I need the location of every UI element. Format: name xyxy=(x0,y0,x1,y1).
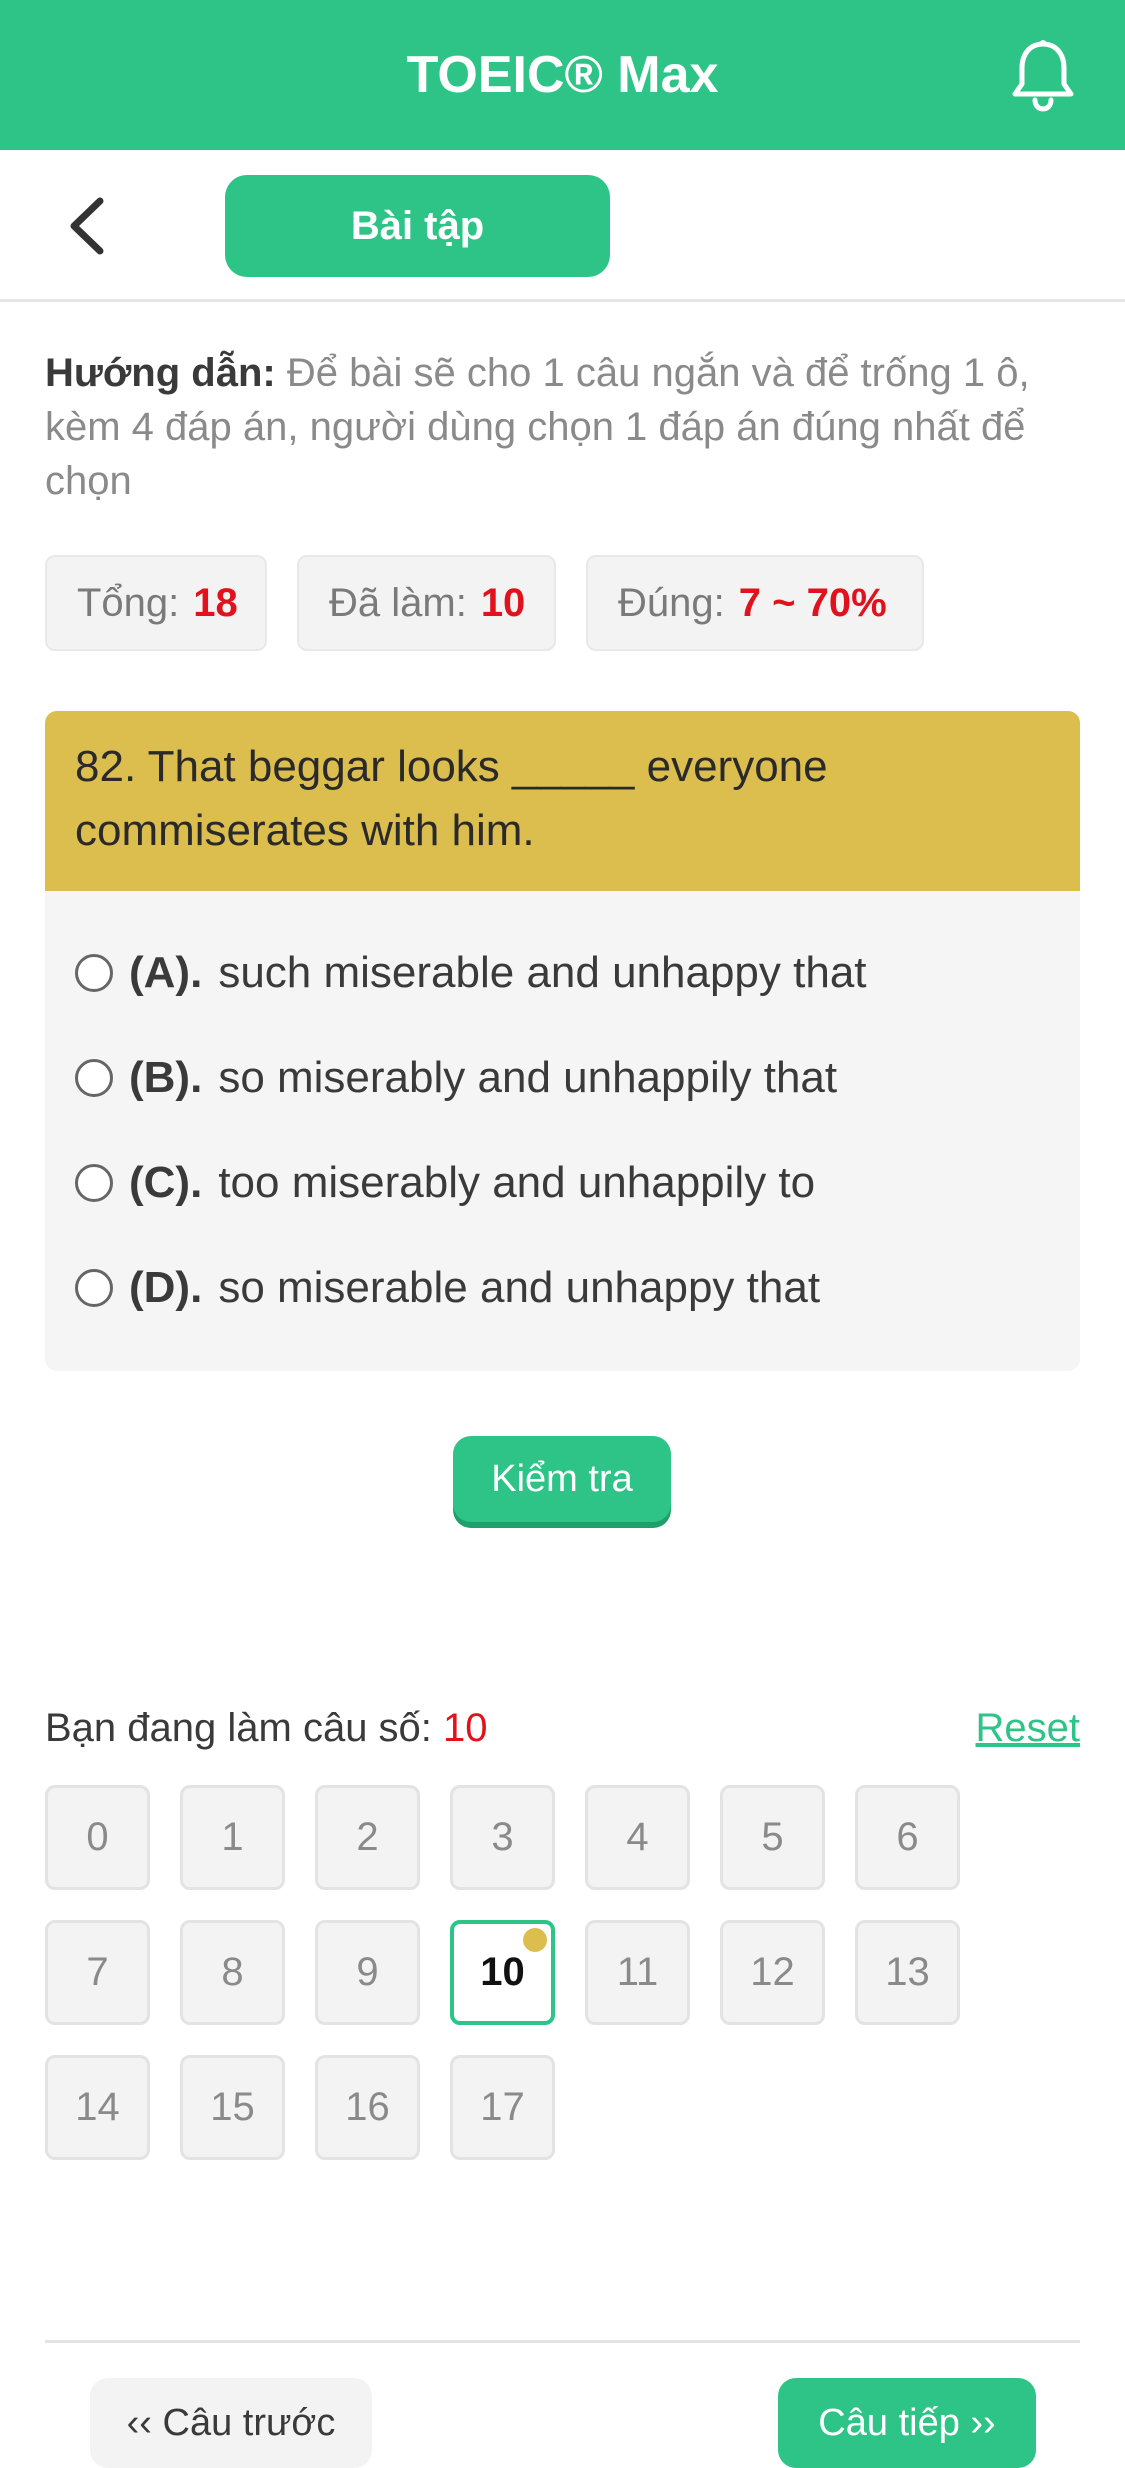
question-number-cell[interactable]: 2 xyxy=(315,1785,420,1890)
option-label: (B). xyxy=(129,1053,203,1102)
option-d[interactable]: (D). so miserable and unhappy that xyxy=(75,1258,820,1318)
radio-button[interactable] xyxy=(75,1269,113,1307)
question-number-cell[interactable]: 13 xyxy=(855,1920,960,2025)
option-text: such miserable and unhappy that xyxy=(218,948,867,997)
stat-done-label: Đã làm: xyxy=(329,581,467,625)
instructions: Hướng dẫn: Để bài sẽ cho 1 câu ngắn và đ… xyxy=(45,346,1085,508)
question-number-cell[interactable]: 7 xyxy=(45,1920,150,2025)
question-number-cell[interactable]: 14 xyxy=(45,2055,150,2160)
reset-link[interactable]: Reset xyxy=(976,1700,1081,1756)
tab-exercise[interactable]: Bài tập xyxy=(225,175,610,277)
question-number-cell[interactable]: 5 xyxy=(720,1785,825,1890)
current-question-label: Bạn đang làm câu số: 10 xyxy=(45,1700,488,1756)
stat-total: Tổng: 18 xyxy=(45,555,267,651)
current-question-number: 10 xyxy=(443,1706,488,1750)
question-number-cell[interactable]: 6 xyxy=(855,1785,960,1890)
question-number-cell[interactable]: 16 xyxy=(315,2055,420,2160)
question-text: 82. That beggar looks _____ everyone com… xyxy=(45,711,1080,891)
next-question-button[interactable]: Câu tiếp ›› xyxy=(778,2378,1036,2468)
stat-done-value: 10 xyxy=(480,581,526,625)
sub-toolbar: Bài tập xyxy=(0,150,1125,302)
option-label: (C). xyxy=(129,1158,203,1207)
app-title: TOEIC® Max xyxy=(406,46,719,104)
question-number: 10 xyxy=(480,1950,525,1994)
question-number-cell[interactable]: 9 xyxy=(315,1920,420,2025)
question-number-cell[interactable]: 12 xyxy=(720,1920,825,2025)
stat-total-value: 18 xyxy=(193,581,238,625)
bell-icon[interactable] xyxy=(1008,38,1078,112)
previous-question-button[interactable]: ‹‹ Câu trước xyxy=(90,2378,372,2468)
radio-button[interactable] xyxy=(75,1059,113,1097)
question-number-cell[interactable]: 8 xyxy=(180,1920,285,2025)
option-label: (D). xyxy=(129,1263,203,1312)
divider xyxy=(45,2340,1080,2343)
current-question-text: Bạn đang làm câu số: xyxy=(45,1706,432,1750)
stat-correct-value: 7 ~ 70% xyxy=(738,581,887,625)
option-text: so miserably and unhappily that xyxy=(218,1053,838,1102)
check-answer-button[interactable]: Kiểm tra xyxy=(453,1436,671,1522)
question-number-cell[interactable]: 1 xyxy=(180,1785,285,1890)
question-number-cell-current[interactable]: 10 xyxy=(450,1920,555,2025)
radio-button[interactable] xyxy=(75,1164,113,1202)
stat-correct: Đúng: 7 ~ 70% xyxy=(586,555,924,651)
question-number-cell[interactable]: 0 xyxy=(45,1785,150,1890)
stat-done: Đã làm: 10 xyxy=(297,555,556,651)
option-label: (A). xyxy=(129,948,203,997)
stat-correct-label: Đúng: xyxy=(618,581,725,625)
chevron-left-icon[interactable] xyxy=(62,195,112,257)
instructions-label: Hướng dẫn: xyxy=(45,351,276,395)
radio-button[interactable] xyxy=(75,954,113,992)
question-card: 82. That beggar looks _____ everyone com… xyxy=(45,711,1080,1371)
option-c[interactable]: (C). too miserably and unhappily to xyxy=(75,1153,815,1213)
question-number-cell[interactable]: 4 xyxy=(585,1785,690,1890)
option-b[interactable]: (B). so miserably and unhappily that xyxy=(75,1048,837,1108)
app-bar: TOEIC® Max xyxy=(0,0,1125,150)
answered-indicator-dot xyxy=(523,1928,547,1952)
stat-total-label: Tổng: xyxy=(77,581,180,625)
question-number-cell[interactable]: 15 xyxy=(180,2055,285,2160)
question-number-cell[interactable]: 11 xyxy=(585,1920,690,2025)
option-text: too miserably and unhappily to xyxy=(218,1158,816,1207)
option-text: so miserable and unhappy that xyxy=(218,1263,821,1312)
question-number-cell[interactable]: 3 xyxy=(450,1785,555,1890)
question-number-cell[interactable]: 17 xyxy=(450,2055,555,2160)
option-a[interactable]: (A). such miserable and unhappy that xyxy=(75,943,867,1003)
